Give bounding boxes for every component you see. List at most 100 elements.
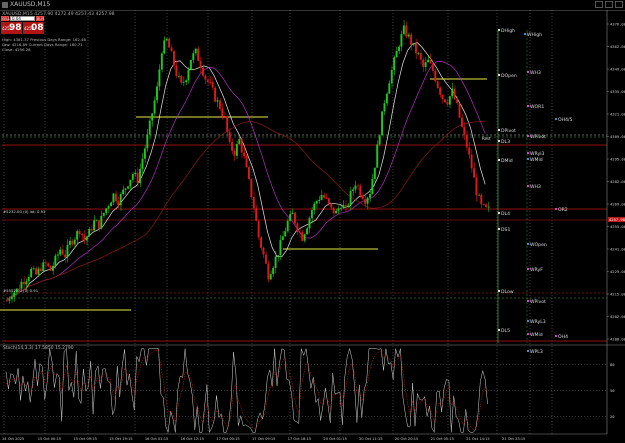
level-marker xyxy=(527,135,529,137)
level-label-right: WPL3 xyxy=(530,349,543,355)
price-tick-label: 4295.00 xyxy=(610,157,625,162)
level-marker xyxy=(498,140,500,142)
candle-body xyxy=(339,208,342,209)
level-label-left: DMid xyxy=(501,158,513,164)
candle-body xyxy=(313,203,316,211)
level-marker xyxy=(498,129,500,131)
candle-body xyxy=(97,220,100,229)
level-label-right: WRyl3 xyxy=(530,151,544,157)
candle-body xyxy=(272,268,275,275)
candle-body xyxy=(180,75,183,83)
level-marker xyxy=(527,350,529,352)
maximize-button[interactable] xyxy=(605,1,613,8)
price-tick-label: 4309.00 xyxy=(610,134,625,139)
level-marker xyxy=(498,74,500,76)
candle-body xyxy=(289,214,292,221)
candle-body xyxy=(335,210,338,214)
candle-body xyxy=(424,62,427,67)
candle-body xyxy=(262,247,265,255)
candle-body xyxy=(390,69,393,84)
candle-body xyxy=(153,100,156,114)
candle-body xyxy=(279,240,282,256)
candle-body xyxy=(344,204,347,206)
time-tick-label: 15 Oct 00:15 xyxy=(38,437,61,441)
candle-body xyxy=(267,263,270,280)
candle-body xyxy=(218,100,221,109)
candle-body xyxy=(37,268,40,275)
price-tick-label: 4321.00 xyxy=(610,112,625,117)
time-tick-label: 16 Oct 01:15 xyxy=(145,437,168,441)
ma-slow-line xyxy=(5,121,486,301)
level-marker xyxy=(555,208,557,210)
candle-body xyxy=(352,189,354,191)
candle-body xyxy=(301,232,304,241)
candle-body xyxy=(419,53,422,60)
candle-body xyxy=(274,256,277,269)
level-marker xyxy=(555,335,557,337)
minimize-button[interactable] xyxy=(595,1,603,8)
level-label-right: WRyL3 xyxy=(530,319,546,325)
level-label-left: DHigh xyxy=(501,28,515,34)
time-tick-label: 17 Oct 00:15 xyxy=(216,437,239,441)
indicator-tick-label: 50 xyxy=(610,388,615,393)
candle-body xyxy=(61,249,64,255)
candle-body xyxy=(85,236,88,241)
candle-body xyxy=(54,255,57,266)
candle-body xyxy=(148,120,151,135)
candle-body xyxy=(315,201,318,204)
candle-body xyxy=(93,220,96,231)
candle-body xyxy=(485,204,488,208)
candle-body xyxy=(264,254,267,264)
candle-body xyxy=(214,87,217,102)
price-tick-label: 4269.00 xyxy=(610,202,625,207)
stochastic-indicator: 80 50 20 xyxy=(0,344,625,434)
candle-body xyxy=(13,292,16,297)
candle-body xyxy=(356,185,359,187)
candle-body xyxy=(473,168,475,178)
time-tick-label: 21 Oct 05:15 xyxy=(431,437,454,441)
candle-body xyxy=(6,300,8,302)
level-label-right: OH4 xyxy=(558,334,568,340)
candle-body xyxy=(83,235,86,241)
level-marker xyxy=(527,185,529,187)
candle-body xyxy=(194,48,197,54)
close-button[interactable] xyxy=(615,1,623,8)
level-marker xyxy=(527,158,529,160)
candle-body xyxy=(209,81,212,83)
level-marker xyxy=(527,320,529,322)
candle-body xyxy=(44,262,47,264)
level-label-left: DL3 xyxy=(501,139,510,145)
candle-body xyxy=(480,194,483,205)
candle-body xyxy=(465,134,468,148)
level-label-right: WH3 xyxy=(530,184,541,190)
candle-body xyxy=(410,34,413,45)
price-tick-label: 4229.00 xyxy=(610,269,625,274)
candle-body xyxy=(257,220,260,238)
price-chart[interactable]: DHigh DOpen DPivot DL3 DMid DL4 DS1 DLow DL5 WHig… xyxy=(0,10,625,443)
candle-body xyxy=(192,53,195,60)
candle-body xyxy=(456,99,459,104)
candle-body xyxy=(359,186,362,196)
price-tick-label: 4255.00 xyxy=(610,224,625,229)
candle-body xyxy=(107,206,110,209)
candle-body xyxy=(444,99,446,103)
candle-body xyxy=(216,100,219,102)
candle-body xyxy=(233,150,236,156)
candle-body xyxy=(141,158,144,169)
candle-body xyxy=(81,233,83,236)
candle-body xyxy=(439,88,442,95)
candle-body xyxy=(347,204,350,206)
candle-body xyxy=(129,179,132,187)
time-tick-label: 16 Oct 12:15 xyxy=(181,437,204,441)
candle-body xyxy=(127,186,129,189)
day-separators xyxy=(3,10,553,434)
candle-body xyxy=(385,93,388,104)
price-axis: 4376.00 4362.00 4349.00 4335.00 4321.00 4309.… xyxy=(606,10,625,434)
candle-body xyxy=(187,69,190,81)
candle-body xyxy=(226,116,229,132)
candle-body xyxy=(361,195,364,200)
candle-body xyxy=(310,210,313,219)
level-marker xyxy=(527,105,529,107)
level-label-mid: Rest xyxy=(482,136,491,141)
order-annotation: #5552.00 (0) 0.91 xyxy=(3,288,39,293)
